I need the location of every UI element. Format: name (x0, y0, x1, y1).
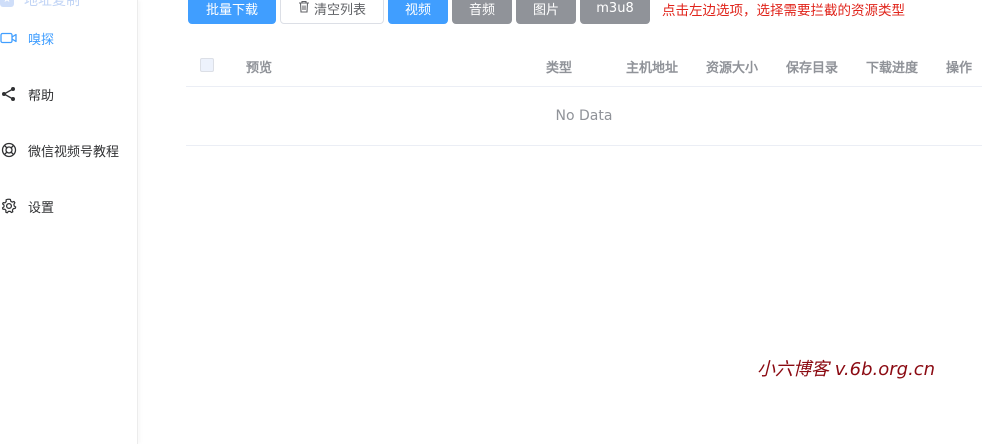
hint-text: 点击左边选项，选择需要拦截的资源类型 (662, 3, 905, 19)
sidebar-item-help[interactable]: 帮助 (0, 83, 54, 105)
sidebar-item-sniff[interactable]: 嗅探 (0, 27, 54, 49)
filter-m3u8-button[interactable]: m3u8 (580, 0, 650, 24)
lifebuoy-icon (0, 142, 17, 158)
clear-list-label: 清空列表 (313, 2, 366, 18)
sidebar-item-label: 嗅探 (28, 32, 55, 48)
resource-table: 预览 类型 主机地址 资源大小 保存目录 下载进度 操作 No Data (186, 44, 982, 146)
sidebar-item-label: 设置 (28, 200, 55, 216)
filter-audio-label: 音频 (468, 2, 495, 18)
sidebar-item-label: 微信视频号教程 (28, 144, 120, 160)
filter-m3u8-label: m3u8 (596, 0, 634, 16)
sidebar-item-label: 帮助 (28, 88, 55, 104)
filter-video-label: 视频 (404, 2, 431, 18)
clear-list-button[interactable]: 清空列表 (280, 0, 384, 24)
sidebar-item-settings[interactable]: 设置 (0, 195, 54, 217)
column-header-type: 类型 (546, 61, 573, 76)
toolbar: 批量下载 清空列表 视频 音频 图片 m3u8 (188, 0, 650, 24)
sidebar: ★ 地址复制 嗅探 帮助 微信视频号教程 设置 (0, 0, 138, 444)
column-header-progress: 下载进度 (866, 61, 919, 76)
gear-icon (0, 198, 17, 214)
column-header-size: 资源大小 (706, 61, 759, 76)
video-camera-icon (0, 31, 17, 45)
column-header-preview: 预览 (246, 61, 273, 76)
filter-audio-button[interactable]: 音频 (452, 0, 512, 24)
watermark-text: 小六博客 v.6b.org.cn (757, 359, 936, 380)
star-icon: ★ (0, 0, 14, 7)
trash-icon (298, 0, 310, 17)
table-header: 预览 类型 主机地址 资源大小 保存目录 下载进度 操作 (186, 44, 982, 87)
table-empty-state: No Data (186, 87, 982, 146)
batch-download-button[interactable]: 批量下载 (188, 0, 276, 24)
filter-image-label: 图片 (532, 2, 559, 18)
sidebar-top-label: 地址复制 (24, 0, 80, 9)
select-all-checkbox[interactable] (200, 58, 214, 72)
column-header-save-dir: 保存目录 (786, 61, 839, 76)
batch-download-label: 批量下载 (205, 2, 258, 18)
column-header-host: 主机地址 (626, 61, 679, 76)
share-icon (0, 86, 17, 102)
sidebar-item-wechat-tutorial[interactable]: 微信视频号教程 (0, 139, 119, 161)
column-header-actions: 操作 (946, 61, 973, 76)
filter-video-button[interactable]: 视频 (388, 0, 448, 24)
sidebar-top-item[interactable]: ★ 地址复制 (0, 0, 80, 12)
filter-image-button[interactable]: 图片 (516, 0, 576, 24)
